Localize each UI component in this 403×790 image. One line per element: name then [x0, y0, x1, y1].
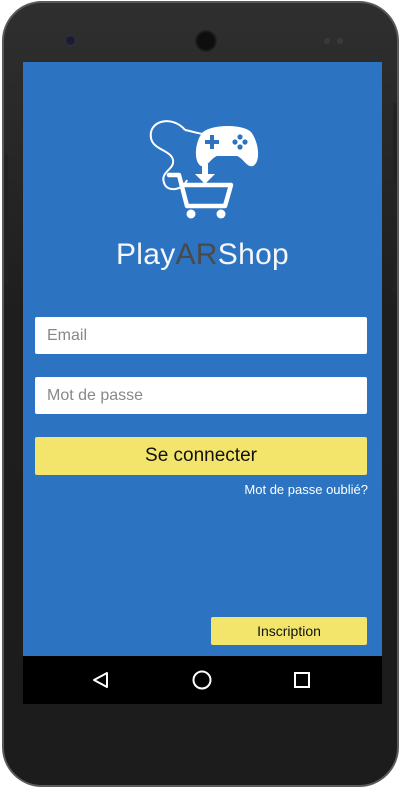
connect-button[interactable]: Se connecter: [35, 437, 367, 475]
home-icon[interactable]: [190, 668, 214, 692]
app-logo-icon: [149, 120, 259, 219]
front-camera-icon: [65, 35, 76, 46]
sensor-dot: [337, 38, 343, 44]
power-button: [393, 103, 397, 183]
side-button: [393, 258, 397, 293]
back-icon[interactable]: [89, 668, 113, 692]
sensor-dot: [324, 38, 330, 44]
navigation-bar: [23, 656, 382, 704]
earpiece-speaker: [195, 30, 217, 52]
app-title-ar: AR: [175, 238, 218, 271]
password-field[interactable]: [35, 377, 367, 414]
forgot-password-link[interactable]: Mot de passe oublié?: [244, 482, 368, 497]
recents-icon[interactable]: [290, 668, 314, 692]
volume-button: [4, 153, 8, 283]
app-screen: PlayARShop Se connecter Mot de passe oub…: [23, 62, 382, 656]
app-title-play: Play: [115, 238, 176, 271]
app-title: PlayARShop: [23, 238, 382, 272]
signup-button[interactable]: Inscription: [211, 617, 367, 645]
app-title-shop: Shop: [217, 238, 290, 271]
email-field[interactable]: [35, 317, 367, 354]
